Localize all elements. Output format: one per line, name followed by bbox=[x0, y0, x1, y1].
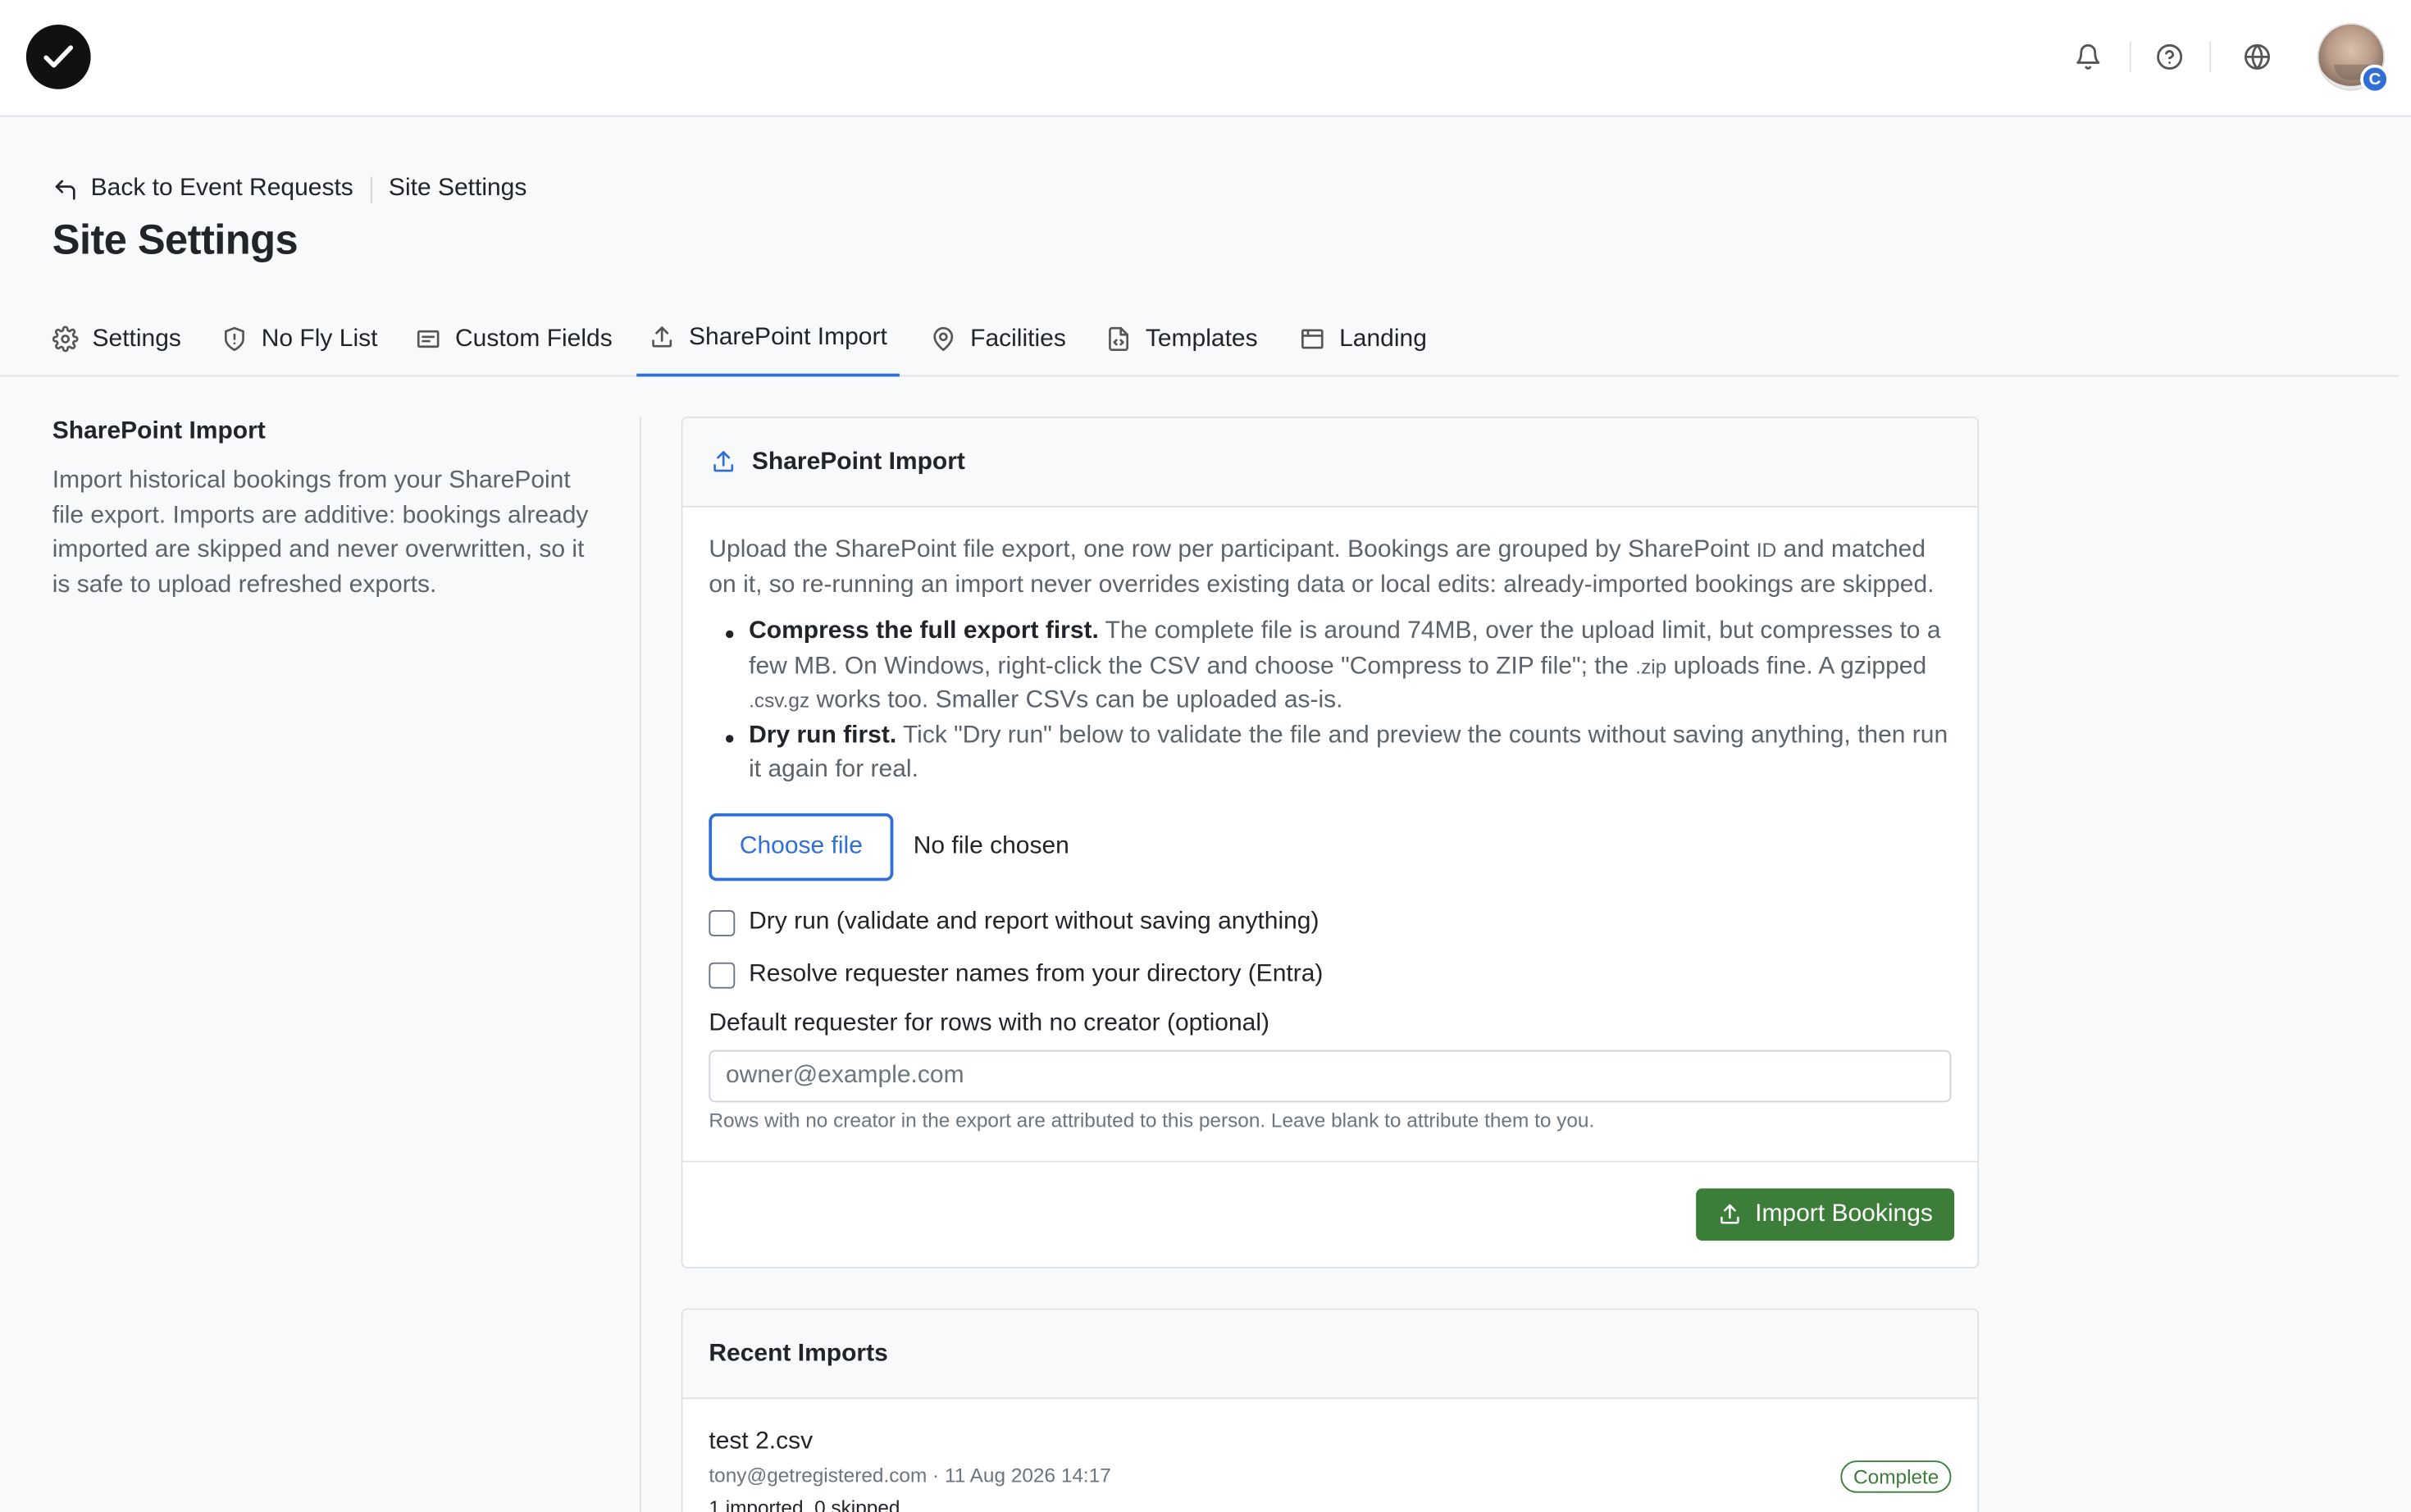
section-description: Import historical bookings from your Sha… bbox=[52, 467, 589, 598]
page: C Back to Event Requests Site Settings S… bbox=[0, 0, 2411, 1512]
tip-heading: Compress the full export first. bbox=[749, 617, 1099, 644]
upload-icon bbox=[1721, 1204, 1740, 1224]
dry-run-checkbox[interactable] bbox=[709, 909, 736, 936]
tab-label: Facilities bbox=[970, 325, 1066, 352]
import-file-name: test 2.csv bbox=[709, 1428, 814, 1455]
resolve-names-option[interactable]: Resolve requester names from your direct… bbox=[709, 961, 1323, 989]
shield-icon bbox=[224, 326, 244, 352]
upload-icon bbox=[713, 451, 734, 472]
default-requester-help: Rows with no creator in the export are a… bbox=[709, 1108, 1595, 1132]
dry-run-option[interactable]: Dry run (validate and report without sav… bbox=[709, 909, 1319, 936]
column-divider bbox=[640, 417, 641, 1512]
page-title: Site Settings bbox=[52, 216, 299, 263]
recent-imports-title: Recent Imports bbox=[682, 1309, 1978, 1400]
checkmark-icon bbox=[43, 45, 74, 68]
import-bookings-label: Import Bookings bbox=[1755, 1200, 1933, 1227]
import-meta: tony@getregistered.com · 11 Aug 2026 14:… bbox=[709, 1464, 1111, 1487]
app-logo[interactable] bbox=[25, 25, 91, 89]
intro-id-term: ID bbox=[1756, 538, 1777, 562]
tip-code: .zip bbox=[1635, 654, 1667, 677]
tab-no-fly-list[interactable]: No Fly List bbox=[209, 302, 390, 377]
import-tips: Compress the full export first. The comp… bbox=[709, 615, 1958, 788]
tip-text: works too. Smaller CSVs can be uploaded … bbox=[809, 687, 1343, 713]
form-icon bbox=[417, 330, 440, 348]
tab-settings[interactable]: Settings bbox=[40, 302, 194, 377]
back-link-label: Back to Event Requests bbox=[90, 175, 353, 202]
tab-landing[interactable]: Landing bbox=[1287, 302, 1439, 377]
top-navbar: C bbox=[0, 0, 2411, 117]
bell-icon[interactable] bbox=[2071, 40, 2105, 74]
default-requester-input[interactable] bbox=[709, 1050, 1952, 1103]
upload-icon bbox=[652, 326, 672, 348]
globe-icon[interactable] bbox=[2240, 40, 2274, 74]
tip-heading: Dry run first. bbox=[749, 722, 897, 749]
tab-label: Custom Fields bbox=[455, 325, 613, 352]
file-status: No file chosen bbox=[913, 833, 1069, 860]
breadcrumb-current: Site Settings bbox=[388, 175, 527, 202]
import-counts: 1 imported, 0 skipped bbox=[709, 1496, 900, 1512]
tip-text: uploads fine. A gzipped bbox=[1666, 652, 1927, 679]
resolve-names-label: Resolve requester names from your direct… bbox=[749, 960, 1324, 987]
tab-custom-fields[interactable]: Custom Fields bbox=[403, 302, 624, 377]
tip-dry-run: Dry run first. Tick "Dry run" below to v… bbox=[709, 719, 1958, 788]
choose-file-button[interactable]: Choose file bbox=[709, 813, 894, 881]
file-code-icon bbox=[1109, 326, 1129, 352]
settings-tabs: Settings No Fly List Custom Fields Share… bbox=[0, 302, 2399, 377]
tip-code: .csv.gz bbox=[749, 689, 810, 713]
breadcrumb: Back to Event Requests Site Settings bbox=[52, 172, 527, 206]
tip-text: Tick "Dry run" below to validate the fil… bbox=[749, 722, 1948, 783]
section-title: SharePoint Import bbox=[52, 418, 266, 444]
sharepoint-import-card: SharePoint Import Upload the SharePoint … bbox=[681, 417, 1980, 1268]
recent-imports-card: Recent Imports test 2.csv tony@getregist… bbox=[681, 1308, 1980, 1512]
avatar-badge: C bbox=[2360, 64, 2390, 94]
card-title: SharePoint Import bbox=[751, 448, 965, 475]
user-avatar[interactable]: C bbox=[2317, 23, 2390, 94]
back-arrow-icon bbox=[55, 179, 75, 199]
tab-facilities[interactable]: Facilities bbox=[918, 302, 1078, 377]
file-picker: Choose file No file chosen bbox=[709, 813, 1069, 881]
status-badge: Complete bbox=[1841, 1460, 1952, 1493]
intro-text: Upload the SharePoint file export, one r… bbox=[709, 536, 1757, 563]
tab-label: Settings bbox=[92, 325, 181, 352]
card-header: SharePoint Import bbox=[682, 418, 1978, 508]
resolve-names-checkbox[interactable] bbox=[709, 961, 736, 988]
browser-window-icon bbox=[1301, 329, 1324, 349]
tab-label: SharePoint Import bbox=[689, 323, 887, 350]
navbar-divider bbox=[2209, 41, 2212, 73]
navbar-divider bbox=[2129, 41, 2131, 73]
card-footer: Import Bookings bbox=[682, 1160, 1978, 1267]
import-bookings-button[interactable]: Import Bookings bbox=[1696, 1188, 1955, 1241]
dry-run-label: Dry run (validate and report without sav… bbox=[749, 909, 1319, 935]
list-item: test 2.csv tony@getregistered.com · 11 A… bbox=[709, 1428, 1952, 1512]
tip-compress: Compress the full export first. The comp… bbox=[709, 615, 1958, 719]
tab-templates[interactable]: Templates bbox=[1093, 302, 1269, 377]
tab-label: No Fly List bbox=[261, 325, 378, 352]
import-instructions: Upload the SharePoint file export, one r… bbox=[709, 534, 1958, 603]
breadcrumb-divider bbox=[370, 175, 372, 203]
gear-icon bbox=[52, 326, 79, 353]
tab-label: Templates bbox=[1145, 325, 1258, 352]
default-requester-label: Default requester for rows with no creat… bbox=[709, 1009, 1270, 1036]
help-circle-icon[interactable] bbox=[2153, 40, 2186, 74]
tab-sharepoint-import[interactable]: SharePoint Import bbox=[636, 302, 900, 377]
tab-label: Landing bbox=[1339, 325, 1427, 352]
map-pin-icon bbox=[933, 326, 954, 352]
back-link[interactable]: Back to Event Requests bbox=[52, 175, 353, 203]
